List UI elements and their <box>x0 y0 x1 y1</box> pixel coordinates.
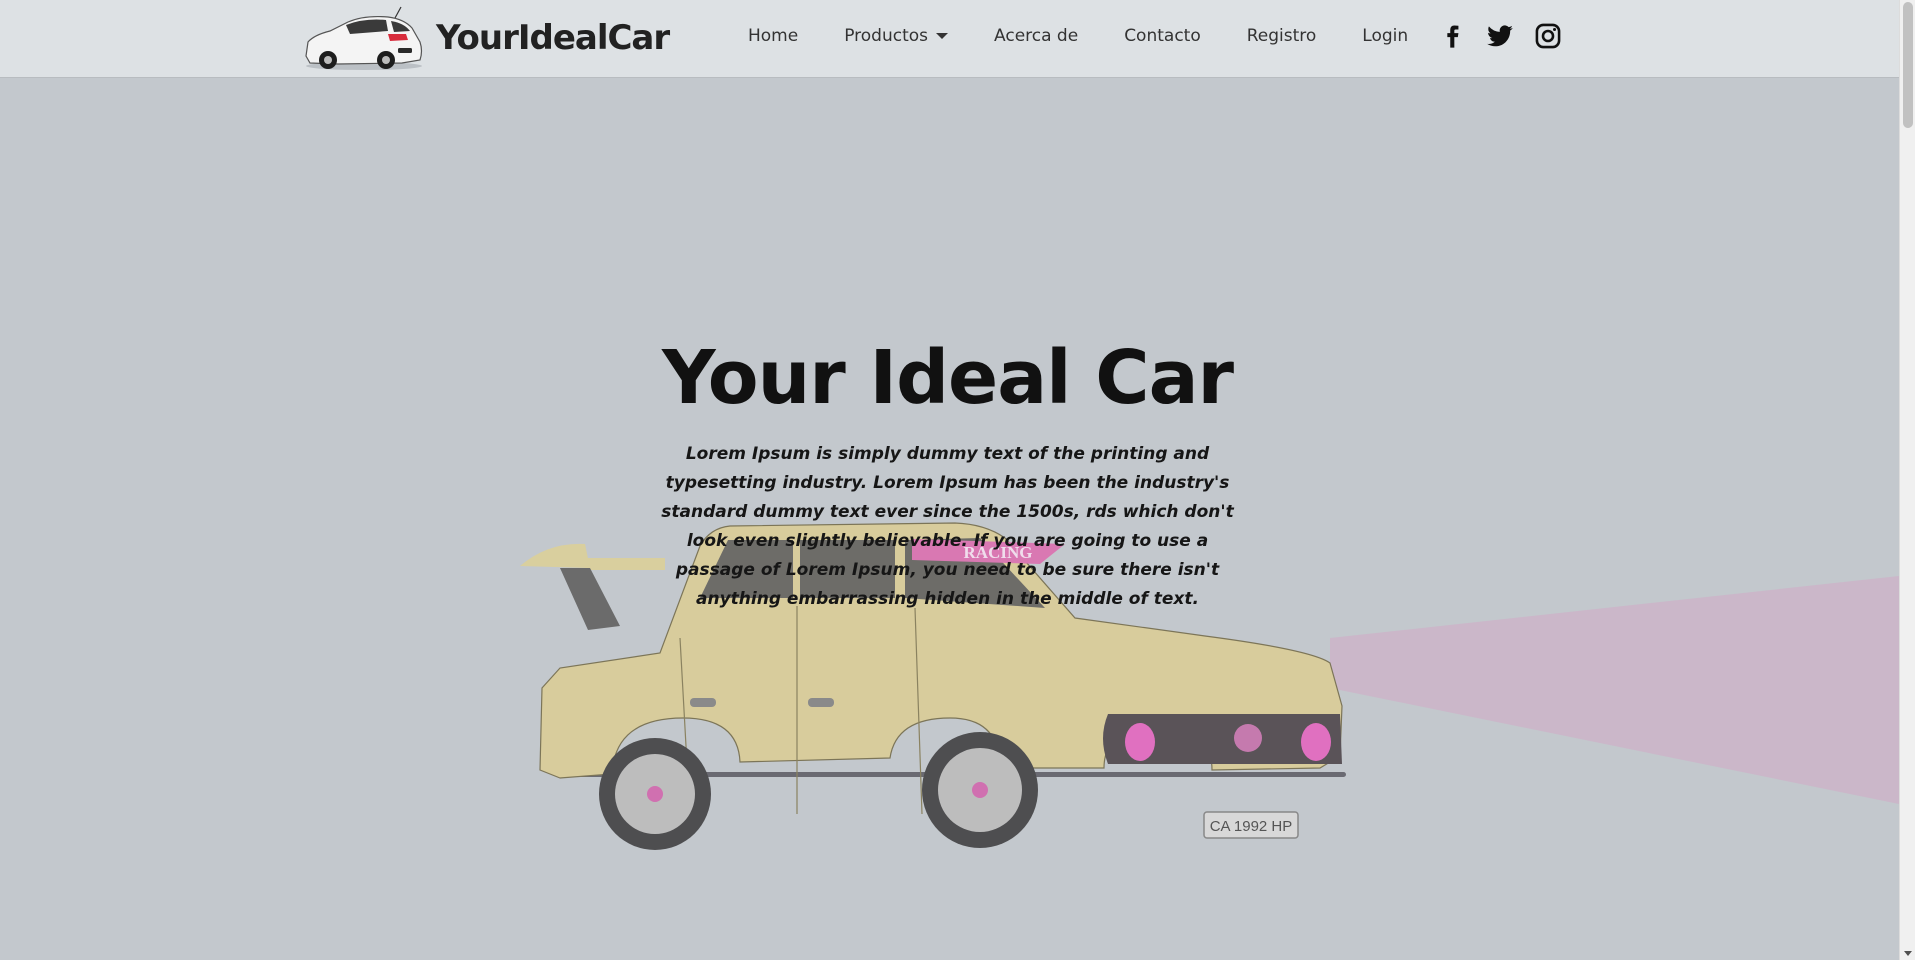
nav-item-login: Login <box>1362 26 1408 46</box>
wheel-front <box>922 732 1038 848</box>
facebook-link[interactable] <box>1438 22 1466 50</box>
headlight-left <box>1125 723 1155 761</box>
nav-item-registro: Registro <box>1247 26 1317 46</box>
door-handle-front <box>808 698 834 707</box>
scrollbar-thumb[interactable] <box>1903 2 1913 128</box>
front-badge <box>1234 724 1262 752</box>
rear-spoiler <box>520 543 665 630</box>
navbar: YourIdealCar Home Productos Acerca de Co… <box>0 0 1899 78</box>
instagram-link[interactable] <box>1534 22 1562 50</box>
nav-item-contacto: Contacto <box>1124 26 1201 46</box>
twitter-link[interactable] <box>1486 22 1514 50</box>
caret-down-icon <box>936 33 949 39</box>
nav-item-productos: Productos <box>844 26 949 46</box>
hero-content: Your Ideal Car Lorem Ipsum is simply dum… <box>660 330 1235 614</box>
brand-name: YourIdealCar <box>436 18 670 58</box>
nav-link-contacto[interactable]: Contacto <box>1124 26 1201 46</box>
nav-link-login[interactable]: Login <box>1362 26 1408 46</box>
hero-section: RACING CA 1992 HP Your Ideal Car Lorem I… <box>0 78 1899 960</box>
nav-item-acerca-de: Acerca de <box>994 26 1078 46</box>
hero-description: Lorem Ipsum is simply dummy text of the … <box>661 444 1234 609</box>
nav-link-productos[interactable]: Productos <box>844 26 949 46</box>
nav-label-acerca-de: Acerca de <box>994 26 1079 46</box>
license-plate-text: CA 1992 HP <box>1210 818 1293 835</box>
wheel-rear <box>599 738 711 850</box>
door-handle-rear <box>690 698 716 707</box>
nav-menu: Home Productos Acerca de Contacto Regist… <box>748 0 1408 72</box>
twitter-icon <box>1487 25 1513 47</box>
nav-label-contacto: Contacto <box>1124 26 1201 46</box>
nav-link-home[interactable]: Home <box>748 26 798 46</box>
nav-item-home: Home <box>748 26 798 46</box>
nav-link-acerca-de[interactable]: Acerca de <box>994 26 1078 46</box>
car-logo-icon <box>305 6 423 70</box>
brand-link[interactable]: YourIdealCar <box>302 4 670 72</box>
nav-label-registro: Registro <box>1246 26 1317 46</box>
front-grille <box>1103 714 1342 764</box>
page-scrollbar[interactable] <box>1899 0 1915 960</box>
social-links <box>1438 22 1562 50</box>
hero-title: Your Ideal Car <box>661 335 1234 421</box>
headlight-beam <box>1330 576 1899 804</box>
nav-label-productos: Productos <box>844 26 929 46</box>
headlight-right <box>1301 723 1331 761</box>
nav-link-registro[interactable]: Registro <box>1247 26 1317 46</box>
facebook-icon <box>1447 25 1459 48</box>
scroll-down-arrow-icon[interactable] <box>1904 951 1912 956</box>
nav-label-login: Login <box>1362 26 1409 46</box>
instagram-icon <box>1535 23 1561 49</box>
nav-label-home: Home <box>748 26 799 46</box>
